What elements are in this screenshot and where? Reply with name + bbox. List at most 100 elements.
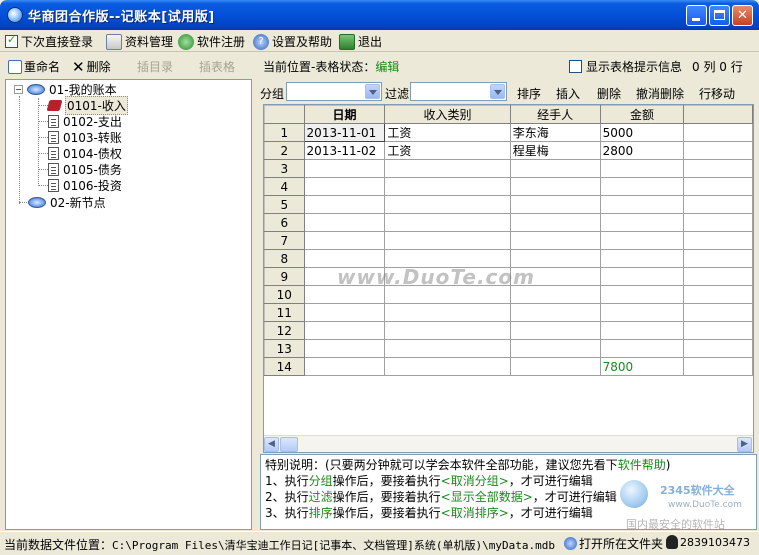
grid-cell[interactable] (599, 195, 685, 214)
table-row[interactable]: 14 7800 (264, 357, 753, 376)
grid-cell[interactable] (303, 213, 386, 232)
menu-settings-help[interactable]: ? 设置及帮助 (253, 33, 332, 50)
open-folder-button[interactable]: 打开所在文件夹 (564, 535, 663, 552)
grid-cell[interactable] (683, 123, 753, 142)
grid-cell[interactable] (683, 321, 753, 340)
table-row[interactable]: 13 (264, 339, 753, 358)
scroll-right-icon[interactable]: ▶ (737, 437, 752, 452)
table-row[interactable]: 12 (264, 321, 753, 340)
tree-node-investment[interactable]: 0106-投资 (48, 177, 122, 193)
scroll-left-icon[interactable]: ◀ (264, 437, 279, 452)
grid-cell[interactable] (509, 339, 601, 358)
menu-exit[interactable]: 退出 (339, 33, 382, 50)
grid-cell[interactable] (303, 177, 386, 196)
grid-cell[interactable]: 5000 (599, 123, 685, 142)
grid-cell[interactable] (683, 177, 753, 196)
insert-button[interactable]: 插入 (556, 85, 580, 102)
grid-cell[interactable] (683, 303, 753, 322)
grid-cell[interactable] (384, 231, 511, 250)
grid-cell[interactable] (599, 177, 685, 196)
sort-button[interactable]: 排序 (517, 85, 541, 102)
grid-cell[interactable] (683, 159, 753, 178)
tree-node-transfer[interactable]: 0103-转账 (48, 129, 122, 145)
row-header[interactable]: 10 (264, 285, 305, 304)
maximize-button[interactable] (709, 5, 730, 26)
grid-cell[interactable] (384, 159, 511, 178)
row-header[interactable]: 2 (264, 141, 305, 160)
row-header[interactable]: 3 (264, 159, 305, 178)
column-header-handler[interactable]: 经手人 (509, 105, 601, 124)
checkbox-icon[interactable] (5, 33, 18, 48)
grid-cell[interactable] (509, 213, 601, 232)
grid-cell[interactable] (683, 249, 753, 268)
tree-node-claims[interactable]: 0104-债权 (48, 145, 122, 161)
filter-select[interactable] (410, 82, 507, 101)
grid-cell[interactable] (384, 339, 511, 358)
delete-row-button[interactable]: 删除 (597, 85, 621, 102)
grid-cell[interactable] (683, 357, 753, 376)
table-row[interactable]: 3 (264, 159, 753, 178)
grid-cell[interactable] (384, 213, 511, 232)
row-header[interactable]: 1 (264, 123, 305, 142)
corner-cell[interactable] (264, 105, 305, 124)
grid-cell[interactable] (509, 303, 601, 322)
grid-cell[interactable] (683, 339, 753, 358)
horizontal-scrollbar[interactable]: ◀ ▶ (264, 435, 753, 452)
menu-data-management[interactable]: 资料管理 (106, 33, 173, 50)
grid-cell[interactable] (384, 303, 511, 322)
grid-cell[interactable] (303, 321, 386, 340)
grid-cell[interactable] (509, 177, 601, 196)
grid-cell[interactable]: 7800 (599, 357, 685, 376)
tree-node-expense[interactable]: 0102-支出 (48, 113, 122, 129)
grid-cell[interactable] (683, 267, 753, 286)
grid-cell[interactable] (303, 159, 386, 178)
grid-cell[interactable] (599, 339, 685, 358)
grid-cell[interactable]: 李东海 (509, 123, 601, 142)
rename-button[interactable]: 重命名 (8, 58, 60, 75)
tree-node-new[interactable]: 02-新节点 (28, 194, 106, 210)
grid-cell[interactable]: 工资 (384, 141, 511, 160)
dropdown-arrow-icon[interactable] (365, 84, 380, 99)
grid-cell[interactable]: 2800 (599, 141, 685, 160)
group-select[interactable] (286, 82, 382, 101)
column-header-category[interactable]: 收入类别 (384, 105, 511, 124)
grid-cell[interactable] (509, 195, 601, 214)
grid-cell[interactable]: 2013-11-01 (303, 123, 386, 142)
grid-cell[interactable] (683, 213, 753, 232)
scroll-thumb[interactable] (280, 437, 298, 452)
row-header[interactable]: 11 (264, 303, 305, 322)
title-bar[interactable]: 华商团合作版--记账本[试用版] ✕ (0, 0, 759, 30)
row-header[interactable]: 13 (264, 339, 305, 358)
grid-cell[interactable] (683, 285, 753, 304)
grid-cell[interactable] (683, 231, 753, 250)
delete-button[interactable]: ✕ 删除 (72, 58, 111, 75)
row-header[interactable]: 12 (264, 321, 305, 340)
insert-table-button[interactable]: 插表格 (199, 58, 235, 75)
tree-node-income[interactable]: 0101-收入 (46, 95, 128, 115)
grid-cell[interactable] (509, 231, 601, 250)
show-tips-checkbox[interactable]: 显示表格提示信息 (569, 58, 682, 75)
table-row[interactable]: 11 (264, 303, 753, 322)
row-header[interactable]: 6 (264, 213, 305, 232)
row-header[interactable]: 8 (264, 249, 305, 268)
grid-cell[interactable] (509, 321, 601, 340)
table-row[interactable]: 6 (264, 213, 753, 232)
grid-cell[interactable] (683, 195, 753, 214)
qq-contact[interactable]: 2839103473 (666, 535, 750, 549)
help-link[interactable]: 软件帮助 (618, 458, 666, 472)
grid-cell[interactable] (384, 177, 511, 196)
grid-cell[interactable]: 工资 (384, 123, 511, 142)
grid-cell[interactable] (599, 249, 685, 268)
table-row[interactable]: 5 (264, 195, 753, 214)
grid-cell[interactable] (303, 195, 386, 214)
grid-cell[interactable]: 2013-11-02 (303, 141, 386, 160)
grid-cell[interactable] (303, 231, 386, 250)
insert-dir-button[interactable]: 插目录 (137, 58, 173, 75)
grid-cell[interactable] (384, 195, 511, 214)
row-header[interactable]: 7 (264, 231, 305, 250)
grid-cell[interactable] (384, 357, 511, 376)
grid-cell[interactable] (599, 231, 685, 250)
checkbox-icon[interactable] (569, 60, 582, 73)
row-header[interactable]: 4 (264, 177, 305, 196)
grid-cell[interactable] (303, 357, 386, 376)
